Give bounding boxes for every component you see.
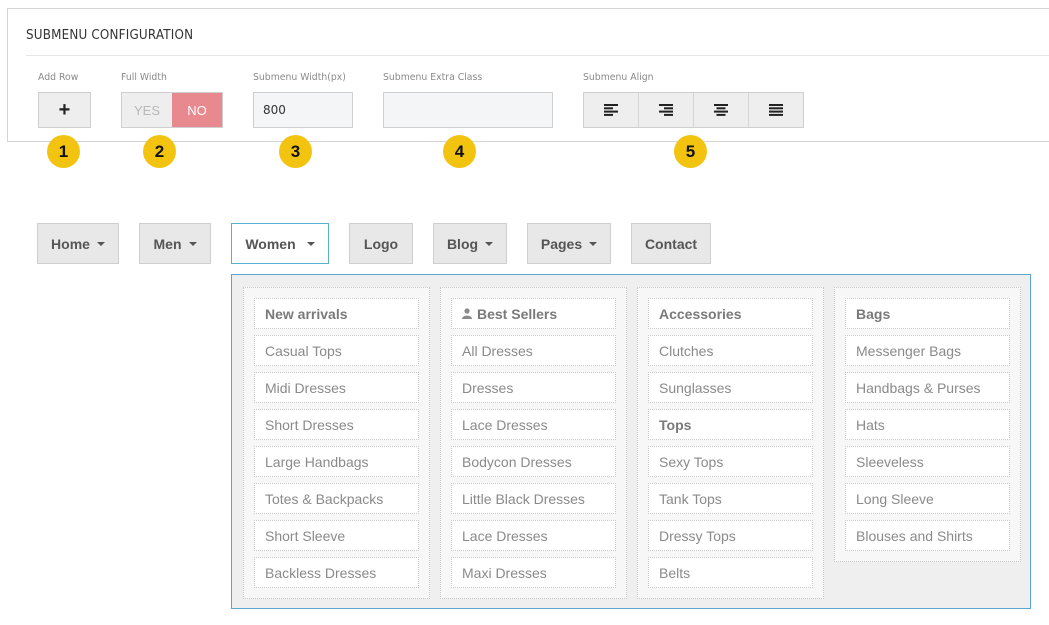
submenu-align-group: [583, 92, 804, 128]
submenu-item[interactable]: Long Sleeve: [845, 483, 1010, 514]
submenu-item[interactable]: Casual Tops: [254, 335, 419, 366]
submenu-item[interactable]: All Dresses: [451, 335, 616, 366]
submenu-item[interactable]: Maxi Dresses: [451, 557, 616, 588]
submenu-heading[interactable]: Tops: [648, 409, 813, 440]
submenu-column-2: Best Sellers All Dresses Dresses Lace Dr…: [440, 287, 627, 599]
submenu-column-4: Bags Messenger Bags Handbags & Purses Ha…: [834, 287, 1021, 562]
submenu-item[interactable]: Tank Tops: [648, 483, 813, 514]
align-center-icon[interactable]: [694, 93, 749, 127]
submenu-config-panel: SUBMENU CONFIGURATION Add Row Full Width…: [7, 8, 1049, 142]
submenu-item[interactable]: Blouses and Shirts: [845, 520, 1010, 551]
caret-down-icon: [188, 241, 197, 246]
submenu-item[interactable]: Large Handbags: [254, 446, 419, 477]
submenu-item[interactable]: Backless Dresses: [254, 557, 419, 588]
nav-men[interactable]: Men: [139, 223, 211, 264]
submenu-item[interactable]: Sexy Tops: [648, 446, 813, 477]
caret-down-icon: [306, 241, 315, 246]
extra-class-label: Submenu Extra Class: [383, 72, 483, 83]
caret-down-icon: [96, 241, 105, 246]
submenu-item[interactable]: Sunglasses: [648, 372, 813, 403]
submenu-item[interactable]: Dresses: [451, 372, 616, 403]
submenu-item[interactable]: Handbags & Purses: [845, 372, 1010, 403]
submenu-item[interactable]: Clutches: [648, 335, 813, 366]
nav-logo-label: Logo: [363, 235, 399, 252]
align-right-icon[interactable]: [639, 93, 694, 127]
nav-pages-label: Pages: [540, 235, 583, 252]
extra-class-input[interactable]: [383, 92, 553, 128]
women-mega-menu: New arrivals Casual Tops Midi Dresses Sh…: [231, 274, 1031, 609]
submenu-column-1: New arrivals Casual Tops Midi Dresses Sh…: [243, 287, 430, 599]
submenu-item[interactable]: Dressy Tops: [648, 520, 813, 551]
submenu-heading[interactable]: Accessories: [648, 298, 813, 329]
submenu-item[interactable]: Sleeveless: [845, 446, 1010, 477]
nav-blog-label: Blog: [446, 235, 479, 252]
full-width-label: Full Width: [121, 72, 167, 83]
submenu-width-label: Submenu Width(px): [253, 72, 346, 83]
submenu-width-input[interactable]: [253, 92, 353, 128]
toggle-yes[interactable]: YES: [122, 93, 172, 127]
submenu-heading[interactable]: Best Sellers: [451, 298, 616, 329]
add-row-label: Add Row: [38, 72, 79, 83]
submenu-column-3: Accessories Clutches Sunglasses Tops Sex…: [637, 287, 824, 599]
nav-blog[interactable]: Blog: [433, 223, 507, 264]
nav-home[interactable]: Home: [37, 223, 119, 264]
submenu-item[interactable]: Midi Dresses: [254, 372, 419, 403]
align-justify-icon[interactable]: [749, 93, 803, 127]
caret-down-icon: [485, 241, 494, 246]
best-sellers-label: Best Sellers: [477, 305, 558, 322]
align-left-icon[interactable]: [584, 93, 639, 127]
submenu-item[interactable]: Lace Dresses: [451, 409, 616, 440]
submenu-item[interactable]: Bodycon Dresses: [451, 446, 616, 477]
submenu-heading[interactable]: New arrivals: [254, 298, 419, 329]
add-row-button[interactable]: +: [38, 92, 91, 128]
submenu-align-label: Submenu Align: [583, 72, 654, 83]
submenu-item[interactable]: Little Black Dresses: [451, 483, 616, 514]
submenu-item[interactable]: Hats: [845, 409, 1010, 440]
callout-1: 1: [47, 135, 80, 168]
nav-home-label: Home: [51, 235, 90, 252]
caret-down-icon: [589, 241, 598, 246]
nav-women-label: Women: [245, 235, 296, 252]
divider: [26, 55, 1049, 56]
submenu-item[interactable]: Lace Dresses: [451, 520, 616, 551]
nav-contact-label: Contact: [644, 235, 698, 252]
nav-men-label: Men: [153, 235, 182, 252]
config-title: SUBMENU CONFIGURATION: [26, 28, 194, 43]
full-width-toggle[interactable]: YES NO: [121, 92, 223, 128]
submenu-heading[interactable]: Bags: [845, 298, 1010, 329]
nav-logo[interactable]: Logo: [349, 223, 413, 264]
submenu-item[interactable]: Totes & Backpacks: [254, 483, 419, 514]
submenu-item[interactable]: Short Sleeve: [254, 520, 419, 551]
nav-pages[interactable]: Pages: [527, 223, 611, 264]
callout-2: 2: [143, 135, 176, 168]
callout-4: 4: [443, 135, 476, 168]
nav-contact[interactable]: Contact: [631, 223, 711, 264]
nav-women[interactable]: Women: [231, 223, 329, 264]
callout-5: 5: [674, 135, 707, 168]
submenu-item[interactable]: Messenger Bags: [845, 335, 1010, 366]
submenu-item[interactable]: Short Dresses: [254, 409, 419, 440]
callout-3: 3: [279, 135, 312, 168]
submenu-item[interactable]: Belts: [648, 557, 813, 588]
toggle-no[interactable]: NO: [172, 93, 222, 127]
user-icon: [462, 306, 472, 322]
